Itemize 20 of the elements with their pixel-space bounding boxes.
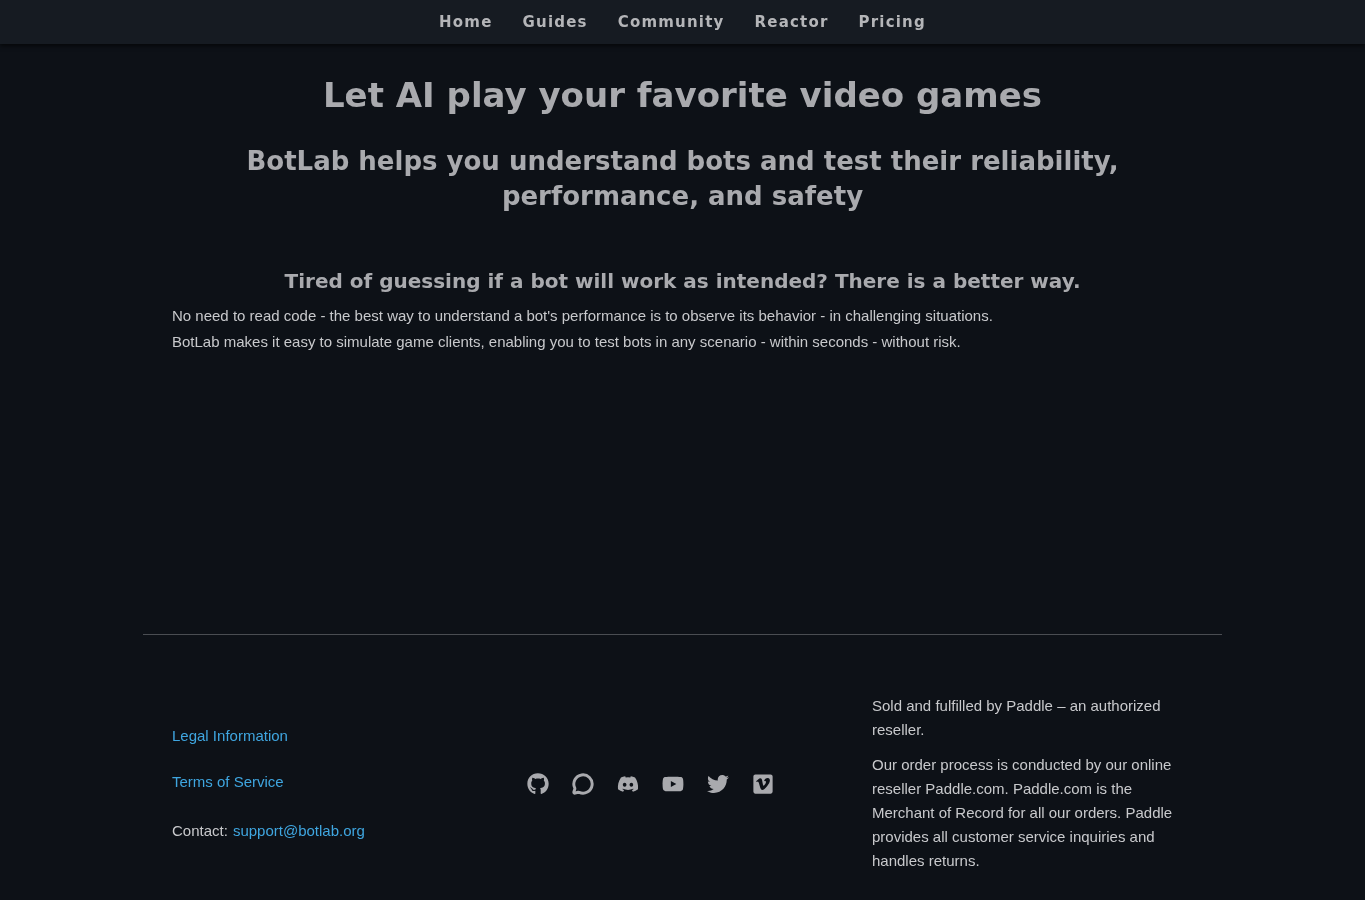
intro-paragraph: No need to read code - the best way to understand a bot's performance is to observe its behavior - in challenging situations. bbox=[172, 306, 993, 326]
chat-bubble-icon[interactable] bbox=[572, 772, 594, 795]
section-heading: Tired of guessing if a bot will work as intended? There is a better way. bbox=[283, 268, 1082, 295]
nav-link[interactable]: Pricing bbox=[858, 10, 926, 34]
twitter-bird-icon[interactable] bbox=[707, 772, 729, 795]
nav-link[interactable]: Guides bbox=[522, 10, 588, 34]
nav-link[interactable]: Reactor bbox=[754, 10, 829, 34]
vimeo-icon[interactable] bbox=[752, 772, 774, 795]
footer-link[interactable]: Terms of Service bbox=[172, 770, 284, 794]
intro-paragraph: BotLab makes it easy to simulate game clients, enabling you to test bots in any scenario - within seconds - without risk. bbox=[172, 332, 961, 352]
hero-title: Let AI play your favorite video games bbox=[321, 74, 1044, 116]
github-icon[interactable] bbox=[527, 772, 549, 795]
reseller-notice: Sold and fulfilled by Paddle – an authorized reseller. bbox=[872, 696, 1162, 740]
contact-label: Contact: bbox=[172, 821, 228, 841]
footer-link[interactable]: Legal Information bbox=[172, 724, 288, 748]
nav-link[interactable]: Home bbox=[439, 10, 493, 34]
reseller-notice: Our order process is conducted by our online reseller Paddle.com. Paddle.com is the Merchant of Record for all our orders. Paddle provides all customer service inquiries and handles returns. bbox=[872, 755, 1174, 871]
nav-link[interactable]: Community bbox=[617, 10, 725, 34]
hero-subtitle: BotLab helps you understand bots and test their reliability, performance, and safety bbox=[245, 145, 1120, 213]
email-link[interactable]: support@botlab.org bbox=[232, 819, 365, 843]
